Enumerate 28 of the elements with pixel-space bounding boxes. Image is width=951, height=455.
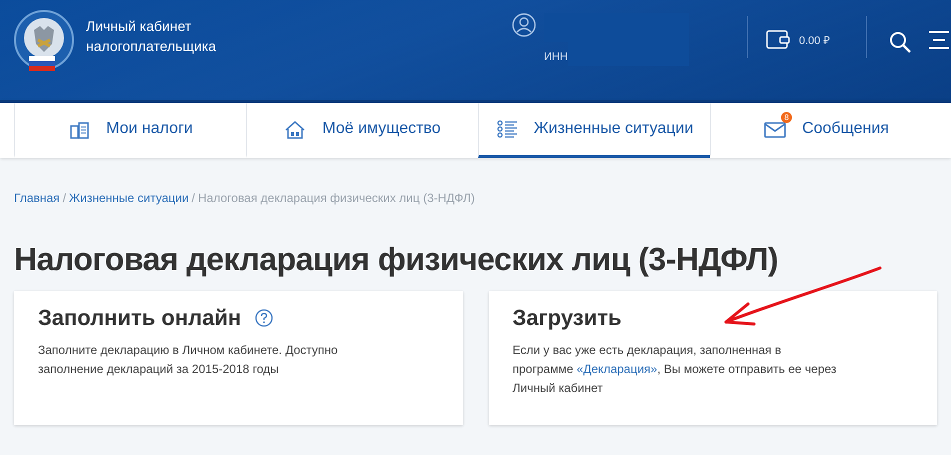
wallet-icon[interactable] bbox=[766, 28, 790, 50]
card-description: Если у вас уже есть декларация, заполненная в программе «Декларация», Вы можете отправить ее через Личный кабинет bbox=[512, 342, 838, 397]
balance-amount: 0.00 ₽ bbox=[799, 34, 830, 46]
site-title-line: Личный кабинет bbox=[86, 17, 192, 36]
search-icon[interactable] bbox=[889, 31, 911, 53]
site-title-line: налогоплательщика bbox=[86, 37, 216, 56]
nav-tab[interactable]: 8 Сообщения bbox=[710, 103, 942, 158]
breadcrumb-current: Налоговая декларация физических лиц (3-НДФЛ) bbox=[198, 191, 475, 205]
nav-tab[interactable]: Моё имущество bbox=[246, 103, 478, 158]
card-title: Заполнить онлайн bbox=[38, 305, 242, 331]
breadcrumb-link[interactable]: Главная bbox=[14, 191, 60, 205]
inn-label: ИНН bbox=[544, 50, 568, 65]
house-icon bbox=[284, 118, 306, 140]
nav-tab[interactable]: Мои налоги bbox=[14, 103, 246, 158]
card-title: Загрузить bbox=[512, 305, 622, 331]
menu-icon[interactable] bbox=[929, 31, 949, 49]
page-title: Налоговая декларация физических лиц (3-НДФЛ) bbox=[14, 241, 780, 279]
help-icon[interactable] bbox=[255, 309, 274, 327]
breadcrumb-link[interactable]: Жизненные ситуации bbox=[69, 191, 189, 205]
declaration-link[interactable]: «Декларация» bbox=[576, 362, 658, 376]
breadcrumb-separator: / bbox=[62, 191, 66, 205]
card-description: Заполните декларацию в Личном кабинете. Доступно заполнение деклараций за 2015-2018 годы bbox=[38, 342, 339, 378]
user-icon[interactable] bbox=[512, 13, 536, 37]
emblem-icon bbox=[12, 10, 76, 74]
list-icon bbox=[496, 118, 518, 140]
count-badge: 8 bbox=[781, 112, 792, 123]
nav-tab[interactable]: Жизненные ситуации bbox=[478, 103, 710, 158]
breadcrumb-separator: / bbox=[192, 191, 195, 205]
